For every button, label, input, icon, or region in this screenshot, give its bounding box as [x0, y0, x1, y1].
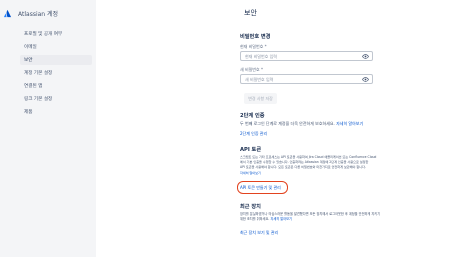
eye-icon[interactable] — [362, 77, 369, 82]
new-password-placeholder: 새 비밀번호 입력 — [245, 77, 274, 82]
brand[interactable]: Atlassian 계정 — [3, 9, 58, 18]
highlight-annotation — [237, 181, 288, 194]
devices-learn-more-link[interactable]: 자세히 알아보기 — [270, 217, 292, 221]
sidebar-item-connected-apps[interactable]: 연결된 앱 — [24, 83, 42, 89]
eye-icon[interactable] — [362, 54, 369, 59]
brand-name: Atlassian 계정 — [18, 11, 59, 18]
two-step-text: 두 번째 로그인 단계로 계정을 더욱 안전하게 보호하세요. — [240, 121, 335, 126]
sidebar-item-products[interactable]: 제품 — [24, 109, 32, 115]
two-step-heading: 2단계 인증 — [240, 113, 265, 119]
recent-devices-heading: 최근 장치 — [240, 204, 261, 210]
api-token-heading: API 토큰 — [240, 147, 262, 153]
new-password-field[interactable]: 새 비밀번호 입력 — [240, 74, 373, 84]
sidebar: Atlassian 계정 프로필 및 공개 여부 이메일 보안 계정 기본 설정… — [0, 0, 96, 257]
api-learn-more-link[interactable]: 자세히 알아보기 — [240, 171, 376, 176]
devices-desc-line-2: 위한 조치를 취하세요. 자세히 알아보기 — [240, 217, 380, 222]
manage-two-step-link[interactable]: 2단계 인증 관리 — [240, 131, 267, 136]
manage-recent-devices-link[interactable]: 최근 장치 보기 및 관리 — [240, 230, 278, 235]
sidebar-item-email[interactable]: 이메일 — [24, 44, 37, 50]
current-password-label: 현재 비밀번호 * — [240, 44, 267, 49]
current-password-placeholder: 현재 비밀번호 입력 — [245, 54, 277, 59]
sidebar-item-preferences[interactable]: 계정 기본 설정 — [24, 70, 52, 76]
save-password-button[interactable]: 변경 사항 저장 — [244, 93, 277, 104]
new-password-label: 새 비밀번호 * — [240, 67, 263, 72]
recent-devices-description: 장치를 분실하였거나 의심스러운 활동을 발견했다면 모든 장치에서 로그아웃한… — [240, 212, 380, 222]
current-password-field[interactable]: 현재 비밀번호 입력 — [240, 51, 373, 61]
atlassian-logo-icon — [3, 9, 12, 18]
page-title: 보안 — [244, 9, 257, 17]
api-token-description: 스크립트 또는 기타 프로세스는 API 토큰을 사용하여 Jira Cloud… — [240, 155, 376, 176]
devices-desc-text: 위한 조치를 취하세요. — [240, 217, 270, 222]
sidebar-item-security[interactable]: 보안 — [24, 57, 32, 63]
sidebar-item-profile[interactable]: 프로필 및 공개 여부 — [24, 31, 62, 37]
sidebar-item-link-preferences[interactable]: 링크 기본 설정 — [24, 96, 52, 102]
api-desc-line: API 토큰을 사용해야 합니다. 모든 토큰은 다른 비밀번호와 마찬가지로 … — [240, 165, 366, 170]
password-heading: 비밀번호 변경 — [240, 34, 271, 40]
two-step-learn-more-link[interactable]: 자세히 알아보기 — [336, 121, 363, 126]
two-step-description: 두 번째 로그인 단계로 계정을 더욱 안전하게 보호하세요. 자세히 알아보기 — [240, 121, 363, 126]
